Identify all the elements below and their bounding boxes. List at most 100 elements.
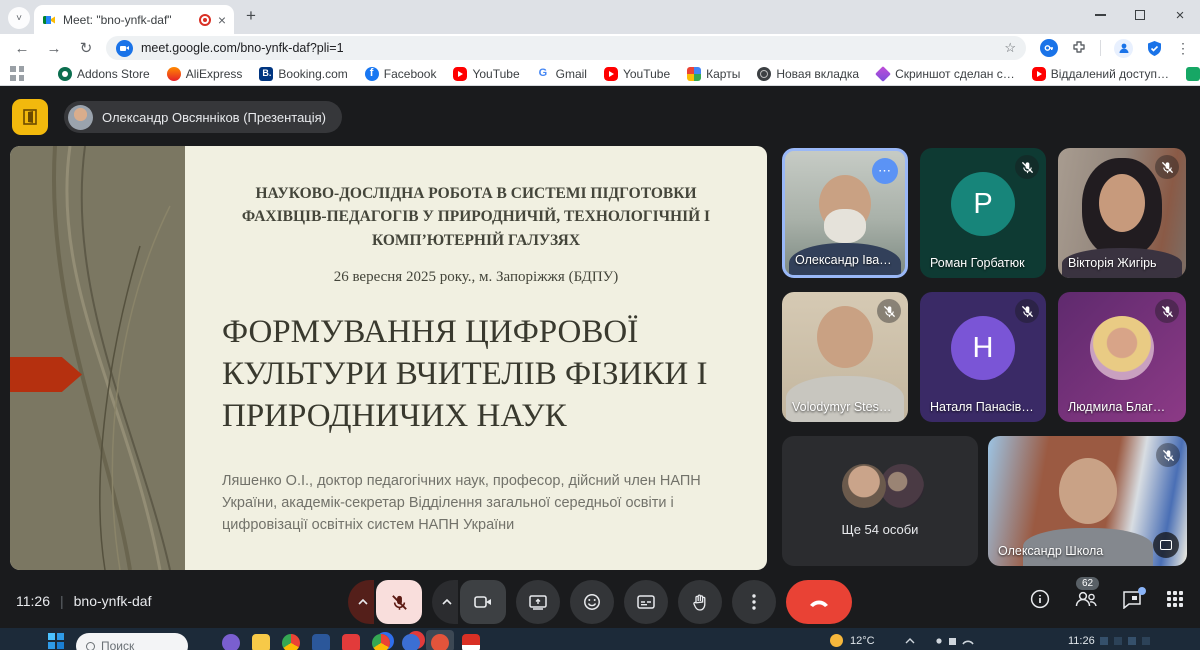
present-icon [529,595,547,610]
camera-options-button[interactable] [432,580,458,624]
start-button[interactable] [48,633,64,649]
captions-button[interactable] [624,580,668,624]
participant-tile-liudmyla[interactable]: Людмила Благ… [1058,292,1186,422]
globe-icon [757,67,771,81]
document-icon [1186,67,1200,81]
mic-toggle-button-muted[interactable] [376,580,422,624]
weather-sun-icon [830,634,843,647]
window-controls: × [1080,0,1200,30]
tab-search-button[interactable]: ˅ [8,7,30,29]
extensions-icon[interactable] [1071,40,1087,56]
participants-panel-button[interactable]: 62 [1074,590,1098,608]
presenter-pill[interactable]: Олександр Овсянніков (Презентація) [64,101,342,133]
password-manager-icon[interactable] [1040,39,1058,57]
camera-control-group [432,580,506,624]
toolbar-right: ⋮ [1040,39,1190,58]
apps-grid-icon[interactable] [10,66,24,81]
end-call-button[interactable] [786,580,852,624]
taskbar-app-chrome-badge-icon[interactable] [372,634,390,650]
browser-tab[interactable]: Meet: "bno-ynfk-daf" × [34,5,234,34]
taskbar-temperature: 12°C [850,635,875,647]
participant-name: Volodymyr Stes… [792,400,891,414]
taskbar-app-word-icon[interactable] [312,634,330,650]
youtube-icon [604,67,618,81]
tray-icons[interactable] [935,637,975,646]
forward-button[interactable]: → [42,40,66,57]
minimize-button[interactable] [1080,0,1120,30]
meet-control-bar: 11:26 | bno-ynfk-daf [0,575,1200,628]
browser-menu-icon[interactable]: ⋮ [1176,40,1190,57]
hand-icon [692,594,708,611]
slide-content: НАУКОВО-ДОСЛІДНА РОБОТА В СИСТЕМІ ПІДГОТ… [202,146,750,570]
reload-button[interactable]: ↻ [74,39,98,57]
taskbar-app-explorer-icon[interactable] [252,634,270,650]
meeting-details-button[interactable] [1030,589,1050,609]
pen-icon [875,66,891,82]
chat-panel-button[interactable] [1122,590,1142,609]
tab-close-button[interactable]: × [218,13,226,27]
back-to-home-button[interactable] [12,99,48,135]
picture-in-picture-icon[interactable] [1153,532,1179,558]
bookmark-remote-access[interactable]: Віддалений доступ… [1032,67,1169,81]
participant-tile-viktoria[interactable]: Вікторія Жигірь [1058,148,1186,278]
bookmark-gmail[interactable]: Gmail [537,67,587,81]
participant-name: Олександр Школа [998,544,1103,558]
participant-tile-oleksandr-iva[interactable]: ⋯ Олександр Іва… [782,148,908,278]
taskbar-app-edge-icon[interactable] [222,634,240,650]
tray-right-icons[interactable] [1100,636,1160,646]
camera-toggle-button[interactable] [460,580,506,624]
mic-muted-icon [1156,443,1180,467]
aliexpress-icon [167,67,181,81]
bookmark-youtube-2[interactable]: YouTube [604,67,670,81]
activities-button[interactable] [1166,590,1184,608]
participant-tile-roman[interactable]: Р Роман Горбатюк [920,148,1046,278]
bookmark-new-tab[interactable]: Новая вкладка [757,67,859,81]
camera-icon [474,595,492,609]
bookmark-booking[interactable]: Booking.com [259,67,347,81]
mic-muted-icon [1015,299,1039,323]
raise-hand-button[interactable] [678,580,722,624]
present-screen-button[interactable] [516,580,560,624]
slide-title: ФОРМУВАННЯ ЦИФРОВОЇ КУЛЬТУРИ ВЧИТЕЛІВ ФІ… [222,312,722,438]
taskbar-app-chrome-icon[interactable] [282,634,300,650]
new-tab-button[interactable]: + [246,6,256,26]
divider: | [60,593,64,609]
taskbar-app-icon[interactable] [462,634,480,650]
overflow-participants-tile[interactable]: Ще 54 особи [782,436,978,566]
meeting-info: 11:26 | bno-ynfk-daf [16,593,151,609]
more-options-button[interactable] [732,580,776,624]
bookmark-facebook[interactable]: Facebook [365,67,437,81]
address-bar[interactable]: meet.google.com/bno-ynfk-daf?pli=1 ☆ [106,36,1026,60]
reactions-button[interactable] [570,580,614,624]
safety-check-icon[interactable] [1146,40,1163,57]
presentation-slide[interactable]: НАУКОВО-ДОСЛІДНА РОБОТА В СИСТЕМІ ПІДГОТ… [10,146,767,570]
taskbar-search[interactable]: Поиск [76,633,188,650]
taskbar-app-badged-icon[interactable] [402,634,420,650]
bookmark-star-icon[interactable]: ☆ [1004,40,1016,56]
bookmark-screenshot[interactable]: Скриншот сделан с… [876,67,1015,81]
tray-chevron-icon[interactable] [905,637,915,644]
taskbar-app-red-icon[interactable] [342,634,360,650]
mic-options-button[interactable] [348,580,374,624]
participant-tile-shkola[interactable]: Олександр Школа [988,436,1187,566]
back-button[interactable]: ← [10,40,34,57]
participant-tile-volodymyr[interactable]: Volodymyr Stes… [782,292,908,422]
recording-indicator-icon [199,14,211,26]
tile-more-options-icon[interactable]: ⋯ [872,158,898,184]
participant-name: Олександр Іва… [795,253,892,267]
participant-name: Роман Горбатюк [930,256,1025,270]
bookmark-addons-store[interactable]: Addons Store [58,67,150,81]
close-button[interactable]: × [1160,0,1200,30]
bookmark-anne-frank[interactable]: Anne Frank Award f… [1186,67,1200,81]
mic-muted-icon [1155,155,1179,179]
avatar [842,464,886,508]
profile-avatar[interactable] [1114,39,1133,58]
taskbar-active-app[interactable] [426,630,454,650]
bookmark-maps[interactable]: Карты [687,67,740,81]
slide-heading: НАУКОВО-ДОСЛІДНА РОБОТА В СИСТЕМІ ПІДГОТ… [235,182,717,252]
bookmark-aliexpress[interactable]: AliExpress [167,67,243,81]
bookmark-youtube-1[interactable]: YouTube [453,67,519,81]
maximize-button[interactable] [1120,0,1160,30]
participant-tile-natalia[interactable]: Н Наталя Панасів… [920,292,1046,422]
windows-taskbar: Поиск 12°C 11:26 [0,628,1200,650]
